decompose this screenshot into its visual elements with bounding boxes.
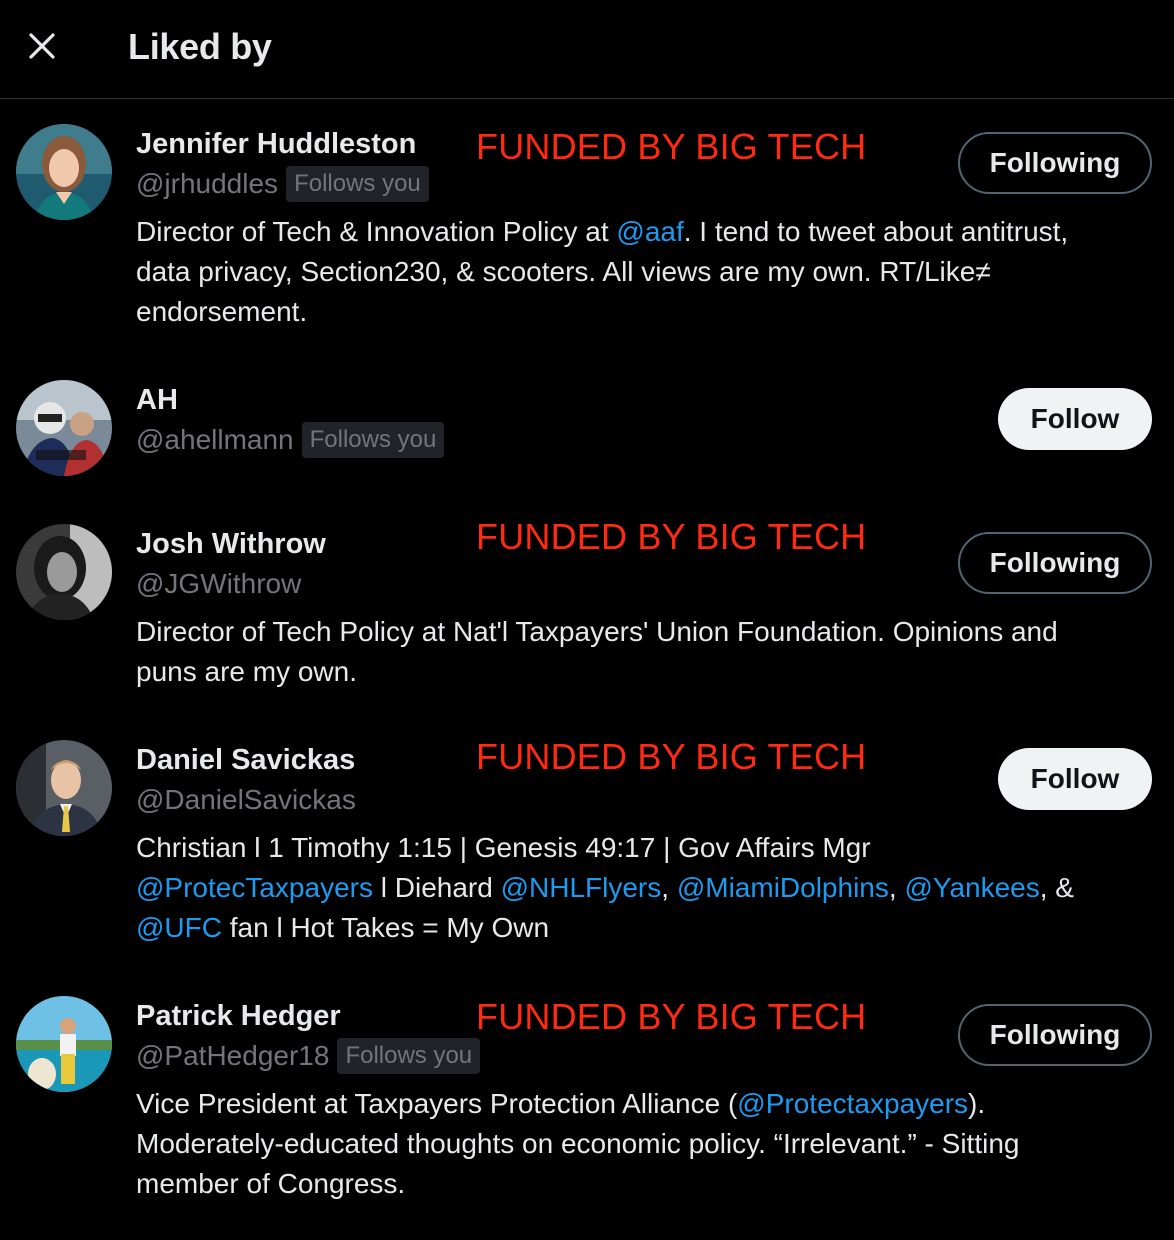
- handle-row: @JGWithrow: [136, 566, 301, 602]
- mention-link[interactable]: @UFC: [136, 912, 222, 943]
- user-name[interactable]: Josh Withrow: [136, 528, 326, 561]
- modal-header: Liked by: [0, 0, 1174, 99]
- funded-annotation: FUNDED BY BIG TECH: [476, 126, 867, 167]
- bio-line: puns are my own.: [136, 656, 357, 687]
- follows-you-badge: Follows you: [301, 422, 445, 458]
- mention-link[interactable]: @Yankees: [904, 872, 1039, 903]
- avatar[interactable]: [16, 124, 112, 220]
- bio-line: @ProtecTaxpayers l Diehard @NHLFlyers, @…: [136, 868, 1166, 908]
- bio-text: ).: [968, 1088, 986, 1119]
- mention-link[interactable]: @Protectaxpayers: [737, 1088, 968, 1119]
- user-handle[interactable]: @DanielSavickas: [136, 784, 356, 816]
- bio-text: . I tend to tweet about antitrust,: [683, 216, 1069, 247]
- bio-text: , &: [1039, 872, 1074, 903]
- follows-you-badge: Follows you: [286, 166, 429, 202]
- bio-line: Director of Tech Policy at Nat'l Taxpaye…: [136, 616, 1058, 647]
- bio-line: Christian l 1 Timothy 1:15 | Genesis 49:…: [136, 832, 871, 863]
- bio-text: fan l Hot Takes = My Own: [221, 912, 550, 943]
- user-handle[interactable]: @PatHedger18: [136, 1040, 329, 1072]
- bio-line: endorsement.: [136, 296, 308, 327]
- bio-line: Director of Tech & Innovation Policy at …: [136, 212, 1166, 252]
- user-handle[interactable]: @jrhuddles: [136, 168, 278, 200]
- user-name[interactable]: Jennifer Huddleston: [136, 128, 416, 161]
- avatar[interactable]: [16, 740, 112, 836]
- following-button[interactable]: Following: [958, 132, 1152, 194]
- following-button[interactable]: Following: [958, 1004, 1152, 1066]
- close-button[interactable]: [22, 26, 62, 66]
- bio-line: member of Congress.: [136, 1168, 406, 1199]
- mention-link[interactable]: @aaf: [616, 216, 683, 247]
- follow-button[interactable]: Follow: [998, 388, 1152, 450]
- bio-line: Vice President at Taxpayers Protection A…: [136, 1084, 1166, 1124]
- funded-annotation: FUNDED BY BIG TECH: [476, 736, 867, 777]
- handle-row: @PatHedger18 Follows you: [136, 1038, 481, 1074]
- user-cell-pathedger18[interactable]: Patrick Hedger @PatHedger18 Follows you …: [0, 972, 1174, 1212]
- bio-text: ,: [888, 872, 905, 903]
- following-button[interactable]: Following: [958, 532, 1152, 594]
- user-handle[interactable]: @ahellmann: [136, 424, 294, 456]
- user-name[interactable]: Patrick Hedger: [136, 1000, 341, 1033]
- user-bio: Vice President at Taxpayers Protection A…: [136, 1084, 1166, 1204]
- mention-link[interactable]: @MiamiDolphins: [677, 872, 889, 903]
- handle-row: @DanielSavickas: [136, 782, 356, 818]
- user-bio: Director of Tech & Innovation Policy at …: [136, 212, 1166, 332]
- funded-annotation: FUNDED BY BIG TECH: [476, 516, 867, 557]
- handle-row: @ahellmann Follows you: [136, 422, 445, 458]
- mention-link[interactable]: @NHLFlyers: [501, 872, 662, 903]
- user-cell-ahellmann[interactable]: AH @ahellmann Follows you Follow: [0, 356, 1174, 486]
- follow-button[interactable]: Follow: [998, 748, 1152, 810]
- avatar[interactable]: [16, 380, 112, 476]
- user-name[interactable]: Daniel Savickas: [136, 744, 355, 777]
- user-name[interactable]: AH: [136, 384, 178, 417]
- bio-line: data privacy, Section230, & scooters. Al…: [136, 256, 991, 287]
- handle-row: @jrhuddles Follows you: [136, 166, 429, 202]
- funded-annotation: FUNDED BY BIG TECH: [476, 996, 867, 1037]
- user-cell-jrhuddles[interactable]: Jennifer Huddleston @jrhuddles Follows y…: [0, 100, 1174, 350]
- bio-line: @UFC fan l Hot Takes = My Own: [136, 908, 1166, 948]
- avatar[interactable]: [16, 996, 112, 1092]
- user-bio: Director of Tech Policy at Nat'l Taxpaye…: [136, 612, 1166, 692]
- mention-link[interactable]: @ProtecTaxpayers: [136, 872, 373, 903]
- page-title: Liked by: [128, 26, 272, 67]
- close-icon: [29, 33, 55, 59]
- user-cell-jgwithrow[interactable]: Josh Withrow @JGWithrow FUNDED BY BIG TE…: [0, 500, 1174, 710]
- user-handle[interactable]: @JGWithrow: [136, 568, 301, 600]
- user-cell-danielsavickas[interactable]: Daniel Savickas @DanielSavickas FUNDED B…: [0, 716, 1174, 966]
- bio-text: ,: [661, 872, 677, 903]
- bio-text: l Diehard: [372, 872, 501, 903]
- bio-line: Moderately-educated thoughts on economic…: [136, 1128, 1020, 1159]
- bio-text: Vice President at Taxpayers Protection A…: [136, 1088, 738, 1119]
- avatar[interactable]: [16, 524, 112, 620]
- follows-you-badge: Follows you: [337, 1038, 481, 1074]
- user-bio: Christian l 1 Timothy 1:15 | Genesis 49:…: [136, 828, 1166, 948]
- bio-text: Director of Tech & Innovation Policy at: [136, 216, 617, 247]
